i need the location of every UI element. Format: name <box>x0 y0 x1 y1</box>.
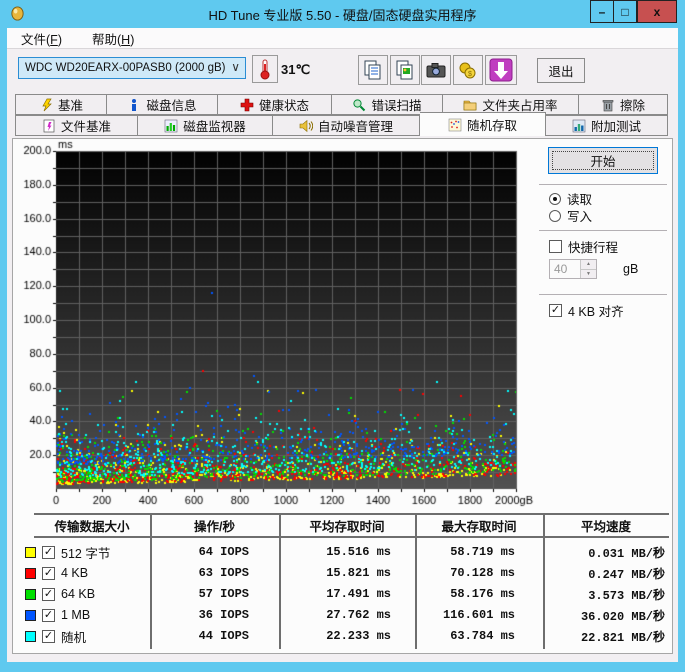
series-color-swatch <box>25 588 36 600</box>
copy-image-button[interactable] <box>390 55 420 85</box>
table-row: ✓ 1 MB 36 IOPS 27.762 ms 116.601 ms 36.02… <box>25 605 669 625</box>
minimize-button[interactable]: – <box>590 0 613 23</box>
tab-extra-tests[interactable]: 附加测试 <box>546 115 668 136</box>
chevron-down-icon: ∨ <box>231 60 240 74</box>
disk-info-icon <box>132 98 137 111</box>
drive-select-dropdown[interactable]: WDC WD20EARX-00PASB0 (2000 gB) ∨ <box>18 57 246 79</box>
toolbar: WDC WD20EARX-00PASB0 (2000 gB) ∨ 31℃ $ 退… <box>7 50 678 94</box>
erase-icon <box>602 99 614 111</box>
camera-icon <box>426 63 446 78</box>
separator <box>539 294 667 295</box>
align-row[interactable]: ✓ 4 KB 对齐 <box>549 301 624 320</box>
temperature-button[interactable] <box>252 55 278 83</box>
temperature-value: 31℃ <box>281 62 311 77</box>
start-button[interactable]: 开始 <box>548 147 658 174</box>
disk-monitor-icon <box>164 119 178 132</box>
read-radio[interactable] <box>549 192 561 205</box>
update-download-icon <box>489 58 513 82</box>
col-avg-access: 平均存取时间 <box>309 519 385 534</box>
svg-text:$: $ <box>468 71 472 78</box>
write-radio[interactable] <box>549 209 561 222</box>
table-row: ✓ 512 字节 64 IOPS 15.516 ms 58.719 ms 0.03… <box>25 542 669 562</box>
maximize-button[interactable]: □ <box>613 0 637 23</box>
exit-button[interactable]: 退出 <box>537 58 585 83</box>
table-row: ✓ 4 KB 63 IOPS 15.821 ms 70.128 ms 0.247 … <box>25 563 669 583</box>
tab-disk-monitor[interactable]: 磁盘监视器 <box>138 115 273 136</box>
series-color-swatch <box>25 546 36 558</box>
tab-random-access[interactable]: 随机存取 <box>420 112 546 136</box>
coins-icon: $ <box>459 62 476 79</box>
copy-image-icon <box>396 60 413 80</box>
col-avg-speed: 平均速度 <box>580 519 631 534</box>
col-ops-per-sec: 操作/秒 <box>194 519 235 534</box>
coins-button[interactable]: $ <box>453 55 483 85</box>
file-benchmark-icon <box>43 119 55 132</box>
short-stroke-spinner[interactable]: ▲ ▼ <box>549 259 597 279</box>
copy-text-icon <box>364 60 381 80</box>
short-stroke-input[interactable] <box>550 261 578 277</box>
series-checkbox[interactable]: ✓ <box>42 608 55 622</box>
hdtune-window: HD Tune 专业版 5.50 - 硬盘/固态硬盘实用程序 – □ x 文件(… <box>0 0 685 672</box>
table-row: ✓ 64 KB 57 IOPS 17.491 ms 58.176 ms 3.573… <box>25 584 669 604</box>
separator <box>539 230 667 231</box>
health-icon <box>240 98 254 111</box>
camera-button[interactable] <box>421 55 451 85</box>
series-checkbox[interactable]: ✓ <box>42 545 55 559</box>
benchmark-icon <box>42 98 52 111</box>
titlebar: HD Tune 专业版 5.50 - 硬盘/固态硬盘实用程序 – □ x <box>0 0 685 28</box>
spinner-down-icon[interactable]: ▼ <box>580 269 596 278</box>
short-stroke-checkbox[interactable] <box>549 240 562 253</box>
write-radio-row[interactable]: 写入 <box>549 206 592 225</box>
table-row: ✓ 随机 44 IOPS 22.233 ms 63.784 ms 22.821 M… <box>25 626 669 646</box>
window-title: HD Tune 专业版 5.50 - 硬盘/固态硬盘实用程序 <box>208 8 477 23</box>
align-checkbox[interactable]: ✓ <box>549 304 562 317</box>
random-access-panel: 开始 读取 写入 快捷行程 ▲ ▼ gB <box>12 138 673 654</box>
drive-select-value: WDC WD20EARX-00PASB0 (2000 gB) <box>25 62 226 74</box>
menu-file[interactable]: 文件(F) <box>17 28 66 49</box>
series-color-swatch <box>25 609 36 621</box>
series-color-swatch <box>25 630 36 642</box>
extra-tests-icon <box>572 119 586 132</box>
client-area: 文件(F) 帮助(H) WDC WD20EARX-00PASB0 (2000 g… <box>7 28 678 662</box>
access-time-scatter-chart <box>13 139 543 511</box>
write-label: 写入 <box>567 210 593 224</box>
error-scan-icon <box>353 98 366 111</box>
spinner-up-icon[interactable]: ▲ <box>580 260 596 270</box>
series-checkbox[interactable]: ✓ <box>42 566 55 580</box>
thermometer-icon <box>260 59 270 80</box>
update-button[interactable] <box>485 55 517 85</box>
series-color-swatch <box>25 567 36 579</box>
col-max-access: 最大存取时间 <box>441 519 517 534</box>
separator <box>539 184 667 185</box>
random-access-icon <box>448 118 462 131</box>
tab-disk-info[interactable]: 磁盘信息 <box>107 94 218 115</box>
tab-erase[interactable]: 擦除 <box>579 94 668 115</box>
short-stroke-unit: gB <box>623 262 639 276</box>
tab-benchmark[interactable]: 基准 <box>15 94 107 115</box>
align-label: 4 KB 对齐 <box>568 305 624 319</box>
tab-row-2: 文件基准 磁盘监视器 自动噪音管理 随机存取 附加测试 <box>15 112 668 136</box>
tab-health[interactable]: 健康状态 <box>218 94 332 115</box>
series-checkbox[interactable]: ✓ <box>42 629 55 643</box>
copy-text-button[interactable] <box>358 55 388 85</box>
short-stroke-label: 快捷行程 <box>568 241 619 255</box>
short-stroke-row[interactable]: 快捷行程 <box>549 237 618 256</box>
series-checkbox[interactable]: ✓ <box>42 587 55 601</box>
menubar: 文件(F) 帮助(H) <box>7 28 678 49</box>
table-header-underline <box>34 536 669 538</box>
menu-help[interactable]: 帮助(H) <box>88 28 138 49</box>
col-transfer-size: 传输数据大小 <box>54 519 130 534</box>
table-header-row: 传输数据大小 操作/秒 平均存取时间 最大存取时间 平均速度 <box>34 515 669 535</box>
tab-file-benchmark[interactable]: 文件基准 <box>15 115 138 136</box>
folder-usage-icon <box>464 100 477 110</box>
tab-row-1: 基准 磁盘信息 健康状态 错误扫描 文件夹占用率 擦除 <box>15 94 668 115</box>
tab-aam[interactable]: 自动噪音管理 <box>273 115 420 136</box>
close-button[interactable]: x <box>637 0 677 23</box>
aam-icon <box>299 119 313 132</box>
